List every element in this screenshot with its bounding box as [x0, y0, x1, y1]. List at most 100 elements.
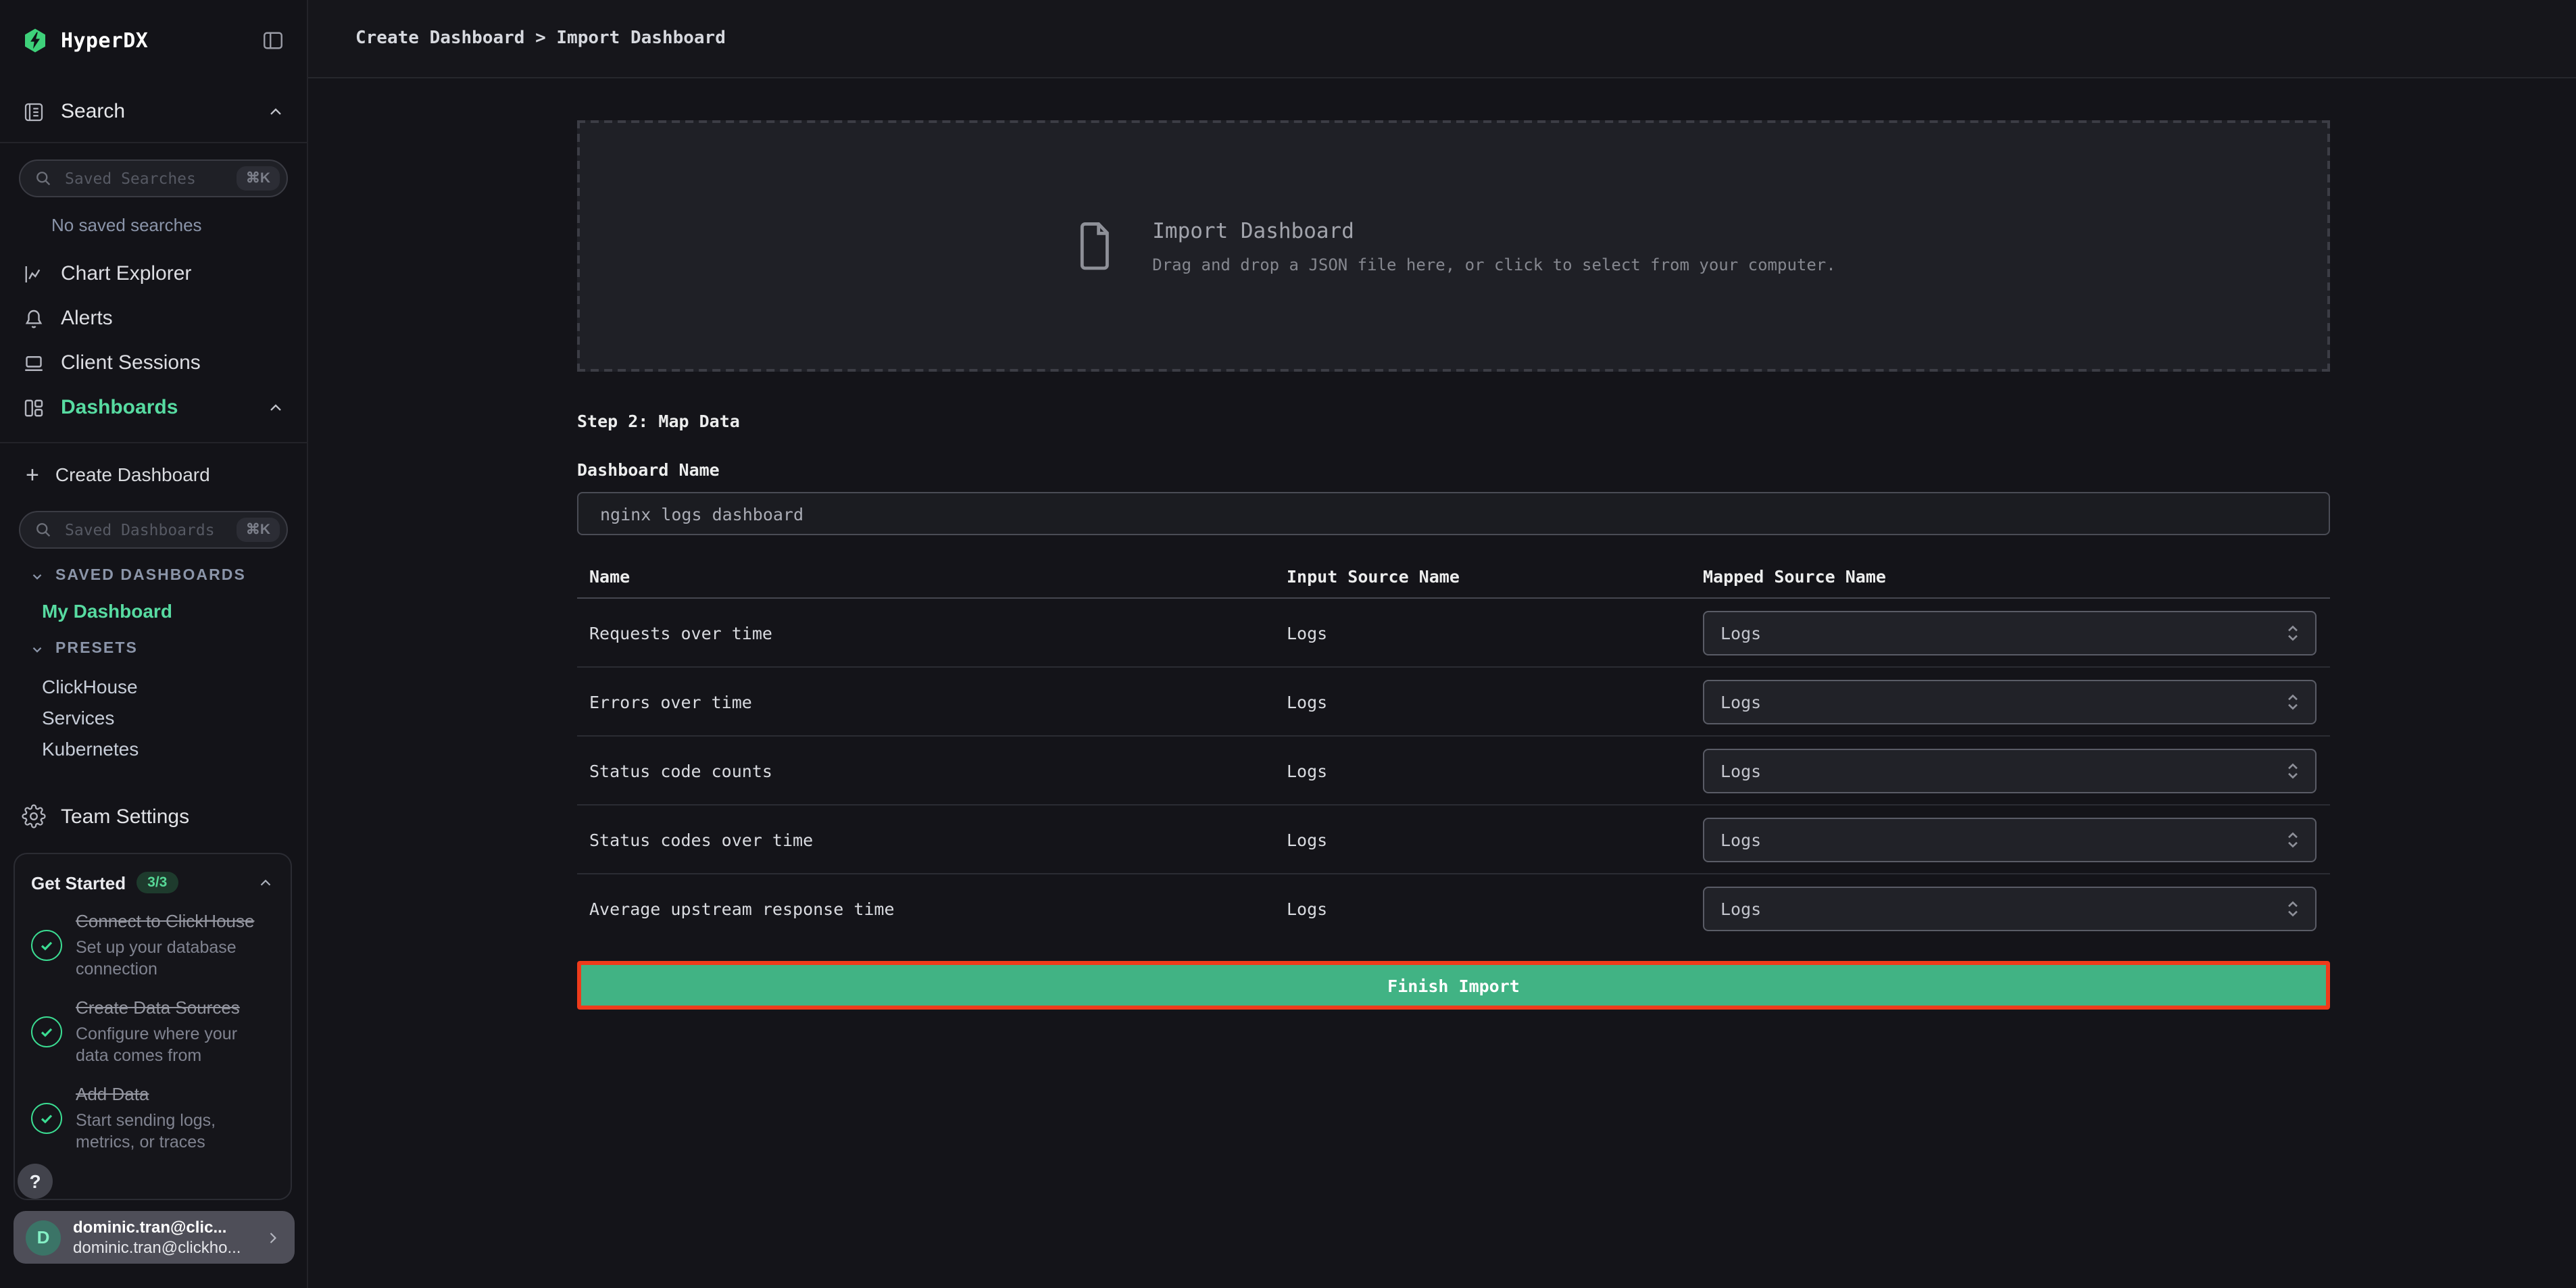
- chevron-up-icon[interactable]: [266, 102, 285, 121]
- get-started-step-connect[interactable]: Connect to ClickHouse Set up your databa…: [31, 910, 274, 980]
- mapped-source-select[interactable]: Logs: [1703, 748, 2317, 793]
- user-texts: dominic.tran@clic... dominic.tran@clickh…: [73, 1218, 241, 1256]
- mapped-source-select[interactable]: Logs: [1703, 610, 2317, 655]
- mapped-source-select[interactable]: Logs: [1703, 679, 2317, 724]
- nav-label: Client Sessions: [61, 351, 201, 374]
- mapped-source-select[interactable]: Logs: [1703, 817, 2317, 862]
- help-button[interactable]: ?: [18, 1164, 53, 1199]
- mapped-source-select[interactable]: Logs: [1703, 887, 2317, 931]
- select-chevrons-icon: [2283, 691, 2303, 712]
- search-section-label: Search: [61, 100, 125, 123]
- create-dashboard-label: Create Dashboard: [55, 464, 210, 485]
- chevron-down-icon: [30, 568, 45, 583]
- get-started-step-add-data[interactable]: Add Data Start sending logs, metrics, or…: [31, 1083, 274, 1153]
- dashboard-name-input[interactable]: [577, 492, 2330, 535]
- sidebar-item-my-dashboard[interactable]: My Dashboard: [42, 600, 307, 622]
- no-saved-searches-text: No saved searches: [51, 215, 307, 235]
- get-started-step-sources[interactable]: Create Data Sources Configure where your…: [31, 996, 274, 1066]
- table-row: Errors over time Logs Logs: [577, 668, 2330, 737]
- json-file-dropzone[interactable]: Import Dashboard Drag and drop a JSON fi…: [577, 120, 2330, 372]
- column-header-name: Name: [589, 566, 1287, 586]
- user-menu[interactable]: D dominic.tran@clic... dominic.tran@clic…: [14, 1211, 295, 1264]
- chevron-up-icon[interactable]: [266, 398, 285, 417]
- table-header-row: Name Input Source Name Mapped Source Nam…: [577, 554, 2330, 599]
- step-description: Start sending logs, metrics, or traces: [76, 1110, 274, 1153]
- logo[interactable]: HyperDX: [0, 0, 307, 81]
- select-chevrons-icon: [2283, 829, 2303, 849]
- column-header-mapped-source: Mapped Source Name: [1703, 566, 2330, 586]
- get-started-card: Get Started 3/3 Connect to ClickHouse Se…: [14, 853, 292, 1200]
- plus-icon: +: [26, 463, 39, 486]
- mapping-table: Name Input Source Name Mapped Source Nam…: [577, 554, 2330, 943]
- row-name: Requests over time: [589, 622, 1287, 643]
- saved-dashboards-field[interactable]: [62, 519, 227, 541]
- dropzone-subtitle: Drag and drop a JSON file here, or click…: [1152, 255, 1835, 274]
- hyperdx-app: HyperDX Search ⌘: [0, 0, 2576, 1288]
- chart-icon: [22, 262, 46, 286]
- dropzone-title: Import Dashboard: [1152, 218, 1835, 243]
- shortcut-badge: ⌘K: [237, 518, 280, 542]
- check-circle-icon: [31, 1102, 62, 1133]
- sidebar-item-chart-explorer[interactable]: Chart Explorer: [0, 251, 307, 296]
- progress-badge: 3/3: [137, 872, 178, 893]
- create-dashboard-button[interactable]: + Create Dashboard: [0, 443, 307, 505]
- dashboard-name-label: Dashboard Name: [577, 460, 2330, 480]
- row-input-source: Logs: [1287, 899, 1703, 919]
- import-dashboard-page: Import Dashboard Drag and drop a JSON fi…: [308, 120, 2576, 1010]
- table-row: Average upstream response time Logs Logs: [577, 874, 2330, 943]
- search-icon: [34, 169, 53, 188]
- step-description: Set up your database connection: [76, 937, 274, 980]
- topbar: Create Dashboard > Import Dashboard: [308, 0, 2576, 78]
- shortcut-badge: ⌘K: [237, 166, 280, 191]
- sidebar-item-client-sessions[interactable]: Client Sessions: [0, 341, 307, 385]
- sidebar-item-team-settings[interactable]: Team Settings: [0, 789, 307, 843]
- file-icon: [1071, 218, 1117, 274]
- chevron-down-icon: [30, 641, 45, 656]
- step-text: Connect to ClickHouse Set up your databa…: [76, 910, 274, 980]
- sidebar-item-dashboards[interactable]: Dashboards: [0, 385, 307, 430]
- preset-services[interactable]: Services: [42, 707, 307, 728]
- get-started-header[interactable]: Get Started 3/3: [31, 872, 274, 893]
- row-input-source: Logs: [1287, 691, 1703, 712]
- select-chevrons-icon: [2283, 899, 2303, 919]
- step-label: Step 2: Map Data: [577, 411, 2330, 431]
- sidebar-item-alerts[interactable]: Alerts: [0, 296, 307, 341]
- selected-option: Logs: [1720, 622, 1761, 643]
- logs-icon: [22, 99, 46, 124]
- sidebar: HyperDX Search ⌘: [0, 0, 308, 1288]
- finish-import-button[interactable]: Finish Import: [577, 961, 2330, 1010]
- dropzone-texts: Import Dashboard Drag and drop a JSON fi…: [1152, 218, 1835, 274]
- check-circle-icon: [31, 929, 62, 960]
- app-name: HyperDX: [61, 28, 148, 53]
- step-description: Configure where your data comes from: [76, 1023, 274, 1066]
- section-saved-dashboards[interactable]: SAVED DASHBOARDS: [30, 568, 307, 584]
- gear-icon: [22, 804, 46, 828]
- row-input-source: Logs: [1287, 760, 1703, 781]
- saved-searches-field[interactable]: [62, 168, 227, 189]
- chevron-right-icon: [264, 1228, 282, 1247]
- breadcrumb: Create Dashboard > Import Dashboard: [355, 28, 726, 49]
- saved-searches-input[interactable]: ⌘K: [19, 159, 288, 197]
- preset-clickhouse[interactable]: ClickHouse: [42, 676, 307, 697]
- avatar: D: [26, 1220, 61, 1255]
- select-chevrons-icon: [2283, 622, 2303, 643]
- section-presets[interactable]: PRESETS: [30, 641, 307, 657]
- row-name: Status code counts: [589, 760, 1287, 781]
- row-name: Errors over time: [589, 691, 1287, 712]
- column-header-input-source: Input Source Name: [1287, 566, 1703, 586]
- nav-label: Chart Explorer: [61, 262, 191, 285]
- table-row: Status codes over time Logs Logs: [577, 806, 2330, 874]
- chevron-up-icon[interactable]: [257, 874, 274, 891]
- preset-kubernetes[interactable]: Kubernetes: [42, 738, 307, 760]
- sidebar-item-search[interactable]: Search: [0, 81, 307, 143]
- table-row: Requests over time Logs Logs: [577, 599, 2330, 668]
- collapse-sidebar-icon[interactable]: [261, 28, 285, 53]
- saved-dashboards-input[interactable]: ⌘K: [19, 511, 288, 549]
- check-circle-icon: [31, 1016, 62, 1047]
- selected-option: Logs: [1720, 691, 1761, 712]
- laptop-icon: [22, 351, 46, 375]
- row-name: Status codes over time: [589, 829, 1287, 849]
- search-icon: [34, 520, 53, 539]
- get-started-title: Get Started: [31, 872, 126, 893]
- team-settings-label: Team Settings: [61, 805, 189, 828]
